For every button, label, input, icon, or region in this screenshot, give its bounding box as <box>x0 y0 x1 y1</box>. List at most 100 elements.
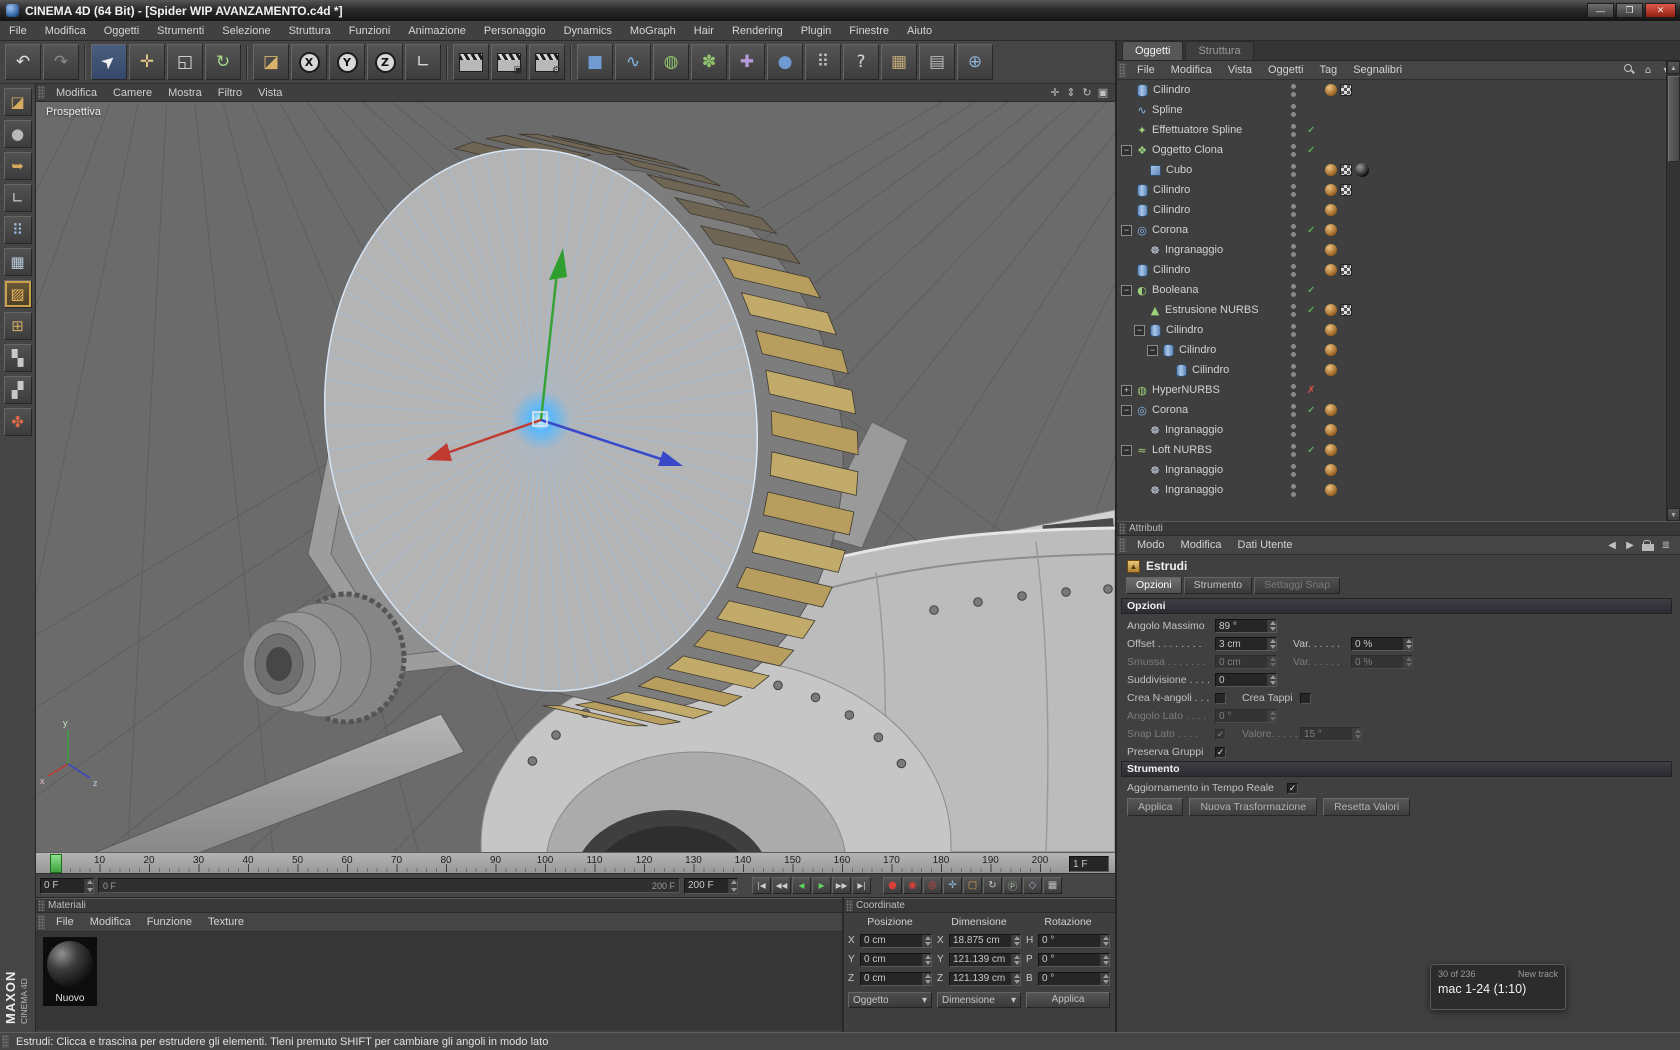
viewport-menu-vista[interactable]: Vista <box>250 87 290 99</box>
panel-grip[interactable] <box>38 900 45 911</box>
end-frame-field[interactable]: 200 F <box>684 877 738 894</box>
dimensione-x-field[interactable]: 18.875 cm <box>949 933 1021 948</box>
menu-file[interactable]: File <box>0 21 36 41</box>
menu-finestre[interactable]: Finestre <box>840 21 898 41</box>
visibility-toggles[interactable] <box>1291 422 1296 438</box>
viewport-menu-modifica[interactable]: Modifica <box>48 87 105 99</box>
scroll-up-arrow[interactable]: ▲ <box>1667 61 1680 74</box>
object-row[interactable]: − Cilindro <box>1117 320 1668 340</box>
search-icon[interactable] <box>1624 64 1636 75</box>
home-icon[interactable]: ⌂ <box>1642 64 1654 76</box>
suddivisione-field[interactable]: 0 <box>1215 673 1277 687</box>
play-forward-button[interactable]: ▶ <box>812 877 831 894</box>
material-preview-sphere[interactable] <box>43 937 97 991</box>
object-row[interactable]: − ◐ Booleana ✓ <box>1117 280 1668 300</box>
redo-button[interactable]: ↷ <box>43 44 79 80</box>
play-backward-button[interactable]: ◀ <box>792 877 811 894</box>
tool-section-header[interactable]: Strumento <box>1121 761 1672 777</box>
object-row[interactable]: + ◍ HyperNURBS ✗ <box>1117 380 1668 400</box>
visibility-toggles[interactable] <box>1291 202 1296 218</box>
dimensione-z-field[interactable]: 121.139 cm <box>949 971 1021 986</box>
visibility-toggles[interactable] <box>1291 382 1296 398</box>
phong-tag[interactable] <box>1325 304 1337 316</box>
object-manager-menu-oggetti[interactable]: Oggetti <box>1260 64 1311 76</box>
enable-toggle[interactable]: ✓ <box>1307 285 1315 296</box>
object-row[interactable]: ·Cilindro <box>1117 360 1668 380</box>
object-row[interactable]: ·Cilindro <box>1117 80 1668 100</box>
object-row[interactable]: ·▲Estrusione NURBS✓ <box>1117 300 1668 320</box>
close-button[interactable]: ✕ <box>1645 3 1676 18</box>
panel-grip[interactable] <box>1119 537 1126 553</box>
menu-mograph[interactable]: MoGraph <box>621 21 685 41</box>
texture-tag[interactable] <box>1340 304 1352 316</box>
expand-toggle[interactable]: + <box>1121 384 1132 396</box>
object-row[interactable]: − ◎ Corona ✓ <box>1117 220 1668 240</box>
spinner-arrows[interactable] <box>1100 934 1109 947</box>
menu-rendering[interactable]: Rendering <box>723 21 792 41</box>
enable-toggle[interactable]: ✓ <box>1307 225 1315 236</box>
viewport[interactable]: y x z Prospettiva <box>36 102 1115 852</box>
spinner-arrows[interactable] <box>1267 674 1276 686</box>
undo-button[interactable]: ↶ <box>5 44 41 80</box>
record-keyframe-button[interactable]: ● <box>883 877 902 894</box>
previous-key-button[interactable]: ◀◀ <box>772 877 791 894</box>
goto-start-button[interactable]: |◀ <box>752 877 771 894</box>
texture-tag[interactable] <box>1340 84 1352 96</box>
goto-end-button[interactable]: ▶| <box>852 877 871 894</box>
render-view-button[interactable] <box>453 44 489 80</box>
phong-tag[interactable] <box>1325 224 1337 236</box>
phong-tag[interactable] <box>1325 344 1337 356</box>
posizione-z-field[interactable]: 0 cm <box>860 971 932 986</box>
next-object-icon[interactable]: ▶ <box>1624 539 1636 551</box>
viewport-menu-filtro[interactable]: Filtro <box>210 87 250 99</box>
apply-coordinates-button[interactable]: Applica <box>1026 992 1110 1008</box>
expand-toggle[interactable]: − <box>1121 404 1132 416</box>
materials-menu-texture[interactable]: Texture <box>200 916 252 928</box>
snap-lato-checkbox[interactable]: ✓ <box>1215 728 1226 740</box>
visibility-toggles[interactable] <box>1291 482 1296 498</box>
rotazione-p-field[interactable]: 0 ° <box>1038 952 1110 967</box>
spinner-arrows[interactable] <box>728 878 737 893</box>
spinner-arrows[interactable] <box>1011 953 1020 966</box>
posizione-x-field[interactable]: 0 cm <box>860 933 932 948</box>
panel-menu-icon[interactable]: ≣ <box>1660 539 1672 551</box>
phong-tag[interactable] <box>1325 484 1337 496</box>
spinner-arrows[interactable] <box>1267 710 1276 722</box>
lock-z-axis-button[interactable]: Z <box>367 44 403 80</box>
visibility-toggles[interactable] <box>1291 402 1296 418</box>
object-manager-menu-vista[interactable]: Vista <box>1220 64 1260 76</box>
object-row[interactable]: ·☸Ingranaggio <box>1117 420 1668 440</box>
online-help-button[interactable]: ⊕ <box>957 44 993 80</box>
frame-step-field[interactable]: 1 F <box>1069 856 1109 872</box>
object-row[interactable]: ·Cilindro <box>1117 260 1668 280</box>
tab-opzioni[interactable]: Opzioni <box>1126 577 1182 594</box>
visibility-toggles[interactable] <box>1291 162 1296 178</box>
object-row[interactable]: ·Cilindro <box>1117 180 1668 200</box>
previous-object-icon[interactable]: ◀ <box>1606 539 1618 551</box>
spinner-arrows[interactable] <box>1267 620 1276 632</box>
object-tree-scrollbar[interactable]: ▲ ▼ <box>1666 61 1680 521</box>
record-pla-toggle[interactable]: ◇ <box>1023 877 1042 894</box>
phong-tag[interactable] <box>1325 244 1337 256</box>
record-scale-toggle[interactable]: ▢ <box>963 877 982 894</box>
enable-toggle[interactable]: ✓ <box>1307 125 1315 136</box>
restore-button[interactable]: ❐ <box>1616 3 1643 18</box>
panel-grip[interactable] <box>38 85 45 100</box>
help-button[interactable]: ? <box>843 44 879 80</box>
scroll-down-arrow[interactable]: ▼ <box>1667 508 1680 521</box>
spinner-arrows[interactable] <box>1267 638 1276 650</box>
position-mode-dropdown[interactable]: Oggetto ▾ <box>848 992 932 1008</box>
apply-tool-button[interactable]: Applica <box>1127 798 1184 816</box>
object-row[interactable]: ·∿Spline <box>1117 100 1668 120</box>
phong-tag[interactable] <box>1325 404 1337 416</box>
lock-y-axis-button[interactable]: Y <box>329 44 365 80</box>
spinner-arrows[interactable] <box>1403 656 1412 668</box>
phong-tag[interactable] <box>1325 324 1337 336</box>
last-used-tool[interactable]: ◪ <box>253 44 289 80</box>
visibility-toggles[interactable] <box>1291 242 1296 258</box>
menu-dynamics[interactable]: Dynamics <box>555 21 621 41</box>
phong-tag[interactable] <box>1325 444 1337 456</box>
current-frame-field[interactable]: 0 F <box>40 877 94 894</box>
viewport-menu-mostra[interactable]: Mostra <box>160 87 210 99</box>
frame-range-slider[interactable]: 0 F 200 F <box>98 878 680 893</box>
